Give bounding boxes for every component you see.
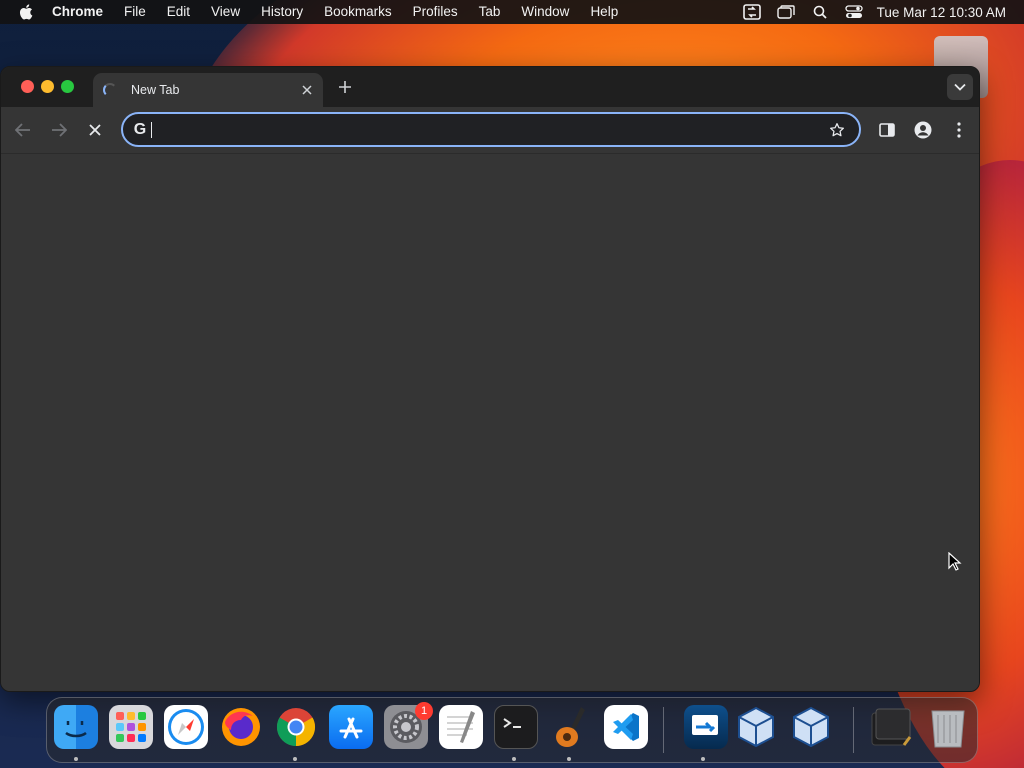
tab-search-button[interactable] <box>947 74 973 100</box>
menu-tab[interactable]: Tab <box>479 0 501 24</box>
launchpad-icon[interactable] <box>109 705 153 749</box>
safari-icon[interactable] <box>164 705 208 749</box>
google-g-icon: G <box>133 120 147 138</box>
menu-file[interactable]: File <box>124 0 146 24</box>
window-icon[interactable] <box>775 3 797 21</box>
address-input[interactable] <box>152 114 827 145</box>
stop-loading-button[interactable] <box>83 118 107 142</box>
bookmark-star-icon[interactable] <box>827 120 847 140</box>
running-indicator <box>567 757 571 761</box>
trash-icon[interactable] <box>926 705 970 749</box>
downloads-stack-icon[interactable] <box>870 705 914 749</box>
running-indicator <box>512 757 516 761</box>
running-indicator <box>293 757 297 761</box>
menu-history[interactable]: History <box>261 0 303 24</box>
menu-view[interactable]: View <box>211 0 240 24</box>
tab-strip: New Tab <box>1 67 979 107</box>
new-tab-button[interactable] <box>335 77 355 97</box>
menu-edit[interactable]: Edit <box>167 0 190 24</box>
firefox-icon[interactable] <box>219 705 263 749</box>
menu-clock[interactable]: Tue Mar 12 10:30 AM <box>877 5 1006 20</box>
forward-button[interactable] <box>47 118 71 142</box>
tab-new-tab[interactable]: New Tab <box>93 73 323 107</box>
running-indicator <box>74 757 78 761</box>
side-panel-button[interactable] <box>875 118 899 142</box>
back-button[interactable] <box>11 118 35 142</box>
tab-close-icon[interactable] <box>299 82 315 98</box>
virtualbox-icon[interactable] <box>734 705 778 749</box>
notification-badge: 1 <box>415 702 433 720</box>
tab-title: New Tab <box>131 83 180 97</box>
menu-help[interactable]: Help <box>590 0 618 24</box>
more-menu-icon[interactable] <box>947 118 971 142</box>
menu-profiles[interactable]: Profiles <box>413 0 458 24</box>
address-bar[interactable]: G <box>121 112 861 147</box>
finder-icon[interactable] <box>54 705 98 749</box>
window-close-button[interactable] <box>21 80 34 93</box>
chrome-icon[interactable] <box>274 705 318 749</box>
profile-avatar-icon[interactable] <box>911 118 935 142</box>
remote-desktop-icon[interactable] <box>684 705 728 749</box>
apple-menu-icon[interactable] <box>18 3 36 21</box>
menu-window[interactable]: Window <box>521 0 569 24</box>
page-content-area[interactable] <box>1 153 979 691</box>
virtualbox-vm-icon[interactable] <box>789 705 833 749</box>
app-store-icon[interactable] <box>329 705 373 749</box>
menu-bar: Chrome File Edit View History Bookmarks … <box>0 0 1024 24</box>
control-center-icon[interactable] <box>843 3 865 21</box>
dock-separator <box>853 707 854 753</box>
terminal-icon[interactable] <box>494 705 538 749</box>
window-maximize-button[interactable] <box>61 80 74 93</box>
vscode-icon[interactable] <box>604 705 648 749</box>
textedit-icon[interactable] <box>439 705 483 749</box>
spotlight-search-icon[interactable] <box>809 3 831 21</box>
menu-app-name[interactable]: Chrome <box>52 0 103 24</box>
loading-spinner-icon <box>103 83 117 97</box>
window-minimize-button[interactable] <box>41 80 54 93</box>
mouse-cursor-icon <box>948 552 962 571</box>
running-indicator <box>701 757 705 761</box>
menu-bookmarks[interactable]: Bookmarks <box>324 0 392 24</box>
chrome-window: New Tab G <box>0 66 980 692</box>
garageband-icon[interactable] <box>549 705 593 749</box>
dock-separator <box>663 707 664 753</box>
screen-mirror-icon[interactable] <box>741 3 763 21</box>
browser-toolbar: G <box>1 107 979 153</box>
